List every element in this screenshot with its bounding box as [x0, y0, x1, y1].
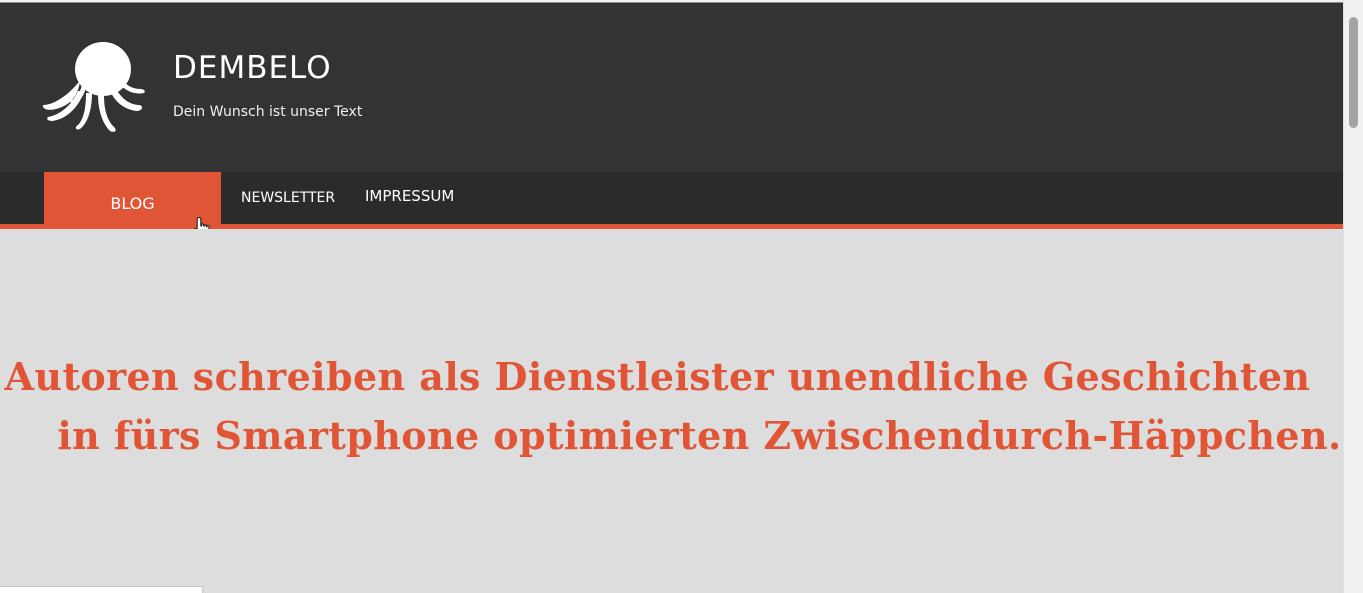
- page: DEMBELO Dein Wunsch ist unser Text BLOG …: [0, 0, 1363, 593]
- hero-headline-line-2: in fürs Smartphone optimierten Zwischend…: [57, 413, 1342, 458]
- scrollbar-thumb[interactable]: [1349, 17, 1358, 128]
- site-header: DEMBELO Dein Wunsch ist unser Text: [0, 3, 1343, 172]
- site-title[interactable]: DEMBELO: [173, 50, 332, 86]
- site-tagline: Dein Wunsch ist unser Text: [173, 104, 363, 120]
- nav-item-newsletter[interactable]: NEWSLETTER: [241, 188, 335, 208]
- hero-headline: Autoren schreiben als Dienstleister unen…: [0, 347, 1343, 465]
- vertical-scrollbar[interactable]: [1343, 0, 1363, 593]
- octopus-icon[interactable]: [40, 39, 146, 135]
- hero-section: Autoren schreiben als Dienstleister unen…: [0, 229, 1343, 593]
- bottom-edge-panel: [0, 586, 203, 593]
- hero-headline-line-1: Autoren schreiben als Dienstleister unen…: [4, 354, 1311, 399]
- nav-item-impressum[interactable]: IMPRESSUM: [365, 186, 454, 206]
